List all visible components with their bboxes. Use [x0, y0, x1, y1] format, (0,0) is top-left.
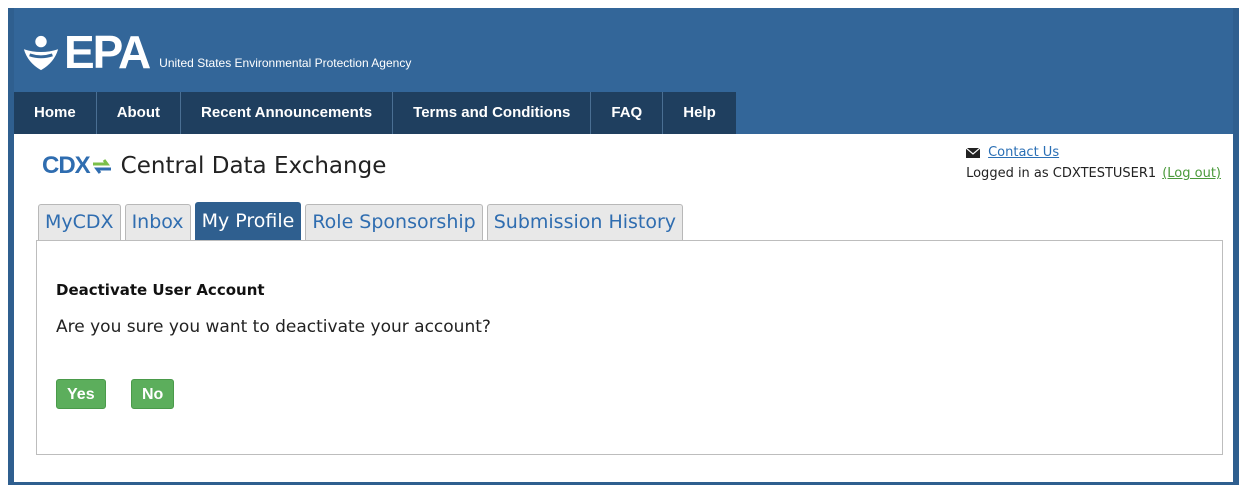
cdx-header: CDX Central Data Exchange [42, 152, 386, 180]
panel-heading: Deactivate User Account [56, 281, 265, 299]
epa-flower-icon [23, 35, 59, 71]
envelope-icon [966, 147, 981, 158]
yes-button[interactable]: Yes [56, 379, 106, 409]
contact-line: Contact Us [966, 145, 1221, 160]
epa-logo-text: EPA [64, 26, 151, 78]
nav-help[interactable]: Help [663, 92, 736, 134]
main-nav: Home About Recent Announcements Terms an… [14, 92, 736, 134]
contact-us-link[interactable]: Contact Us [988, 145, 1059, 160]
nav-about[interactable]: About [97, 92, 182, 134]
tab-role-sponsorship[interactable]: Role Sponsorship [305, 204, 483, 240]
exchange-arrows-icon [92, 159, 111, 174]
user-box: Contact Us Logged in as CDXTESTUSER1 (Log… [966, 145, 1221, 181]
cdx-logo-text: CDX [42, 152, 91, 179]
profile-tabs: MyCDX Inbox My Profile Role Sponsorship … [38, 202, 687, 240]
nav-home[interactable]: Home [14, 92, 97, 134]
cdx-logo: CDX [42, 152, 113, 180]
tab-inbox[interactable]: Inbox [124, 204, 191, 240]
nav-recent-announcements[interactable]: Recent Announcements [181, 92, 394, 134]
app-title: Central Data Exchange [120, 153, 387, 179]
agency-name: United States Environmental Protection A… [159, 56, 412, 70]
tab-my-profile[interactable]: My Profile [194, 202, 302, 240]
epa-logo[interactable]: EPA United States Environmental Protecti… [22, 26, 412, 78]
deactivate-panel: Deactivate User Account Are you sure you… [36, 240, 1223, 455]
epa-banner: EPA United States Environmental Protecti… [14, 8, 1233, 134]
tab-submission-history[interactable]: Submission History [486, 204, 684, 240]
nav-terms-and-conditions[interactable]: Terms and Conditions [393, 92, 592, 134]
login-status: Logged in as CDXTESTUSER1 (Log out) [966, 166, 1221, 181]
confirm-question: Are you sure you want to deactivate your… [56, 317, 491, 337]
no-button[interactable]: No [131, 379, 175, 409]
nav-faq[interactable]: FAQ [591, 92, 664, 134]
logged-in-text: Logged in as CDXTESTUSER1 [966, 166, 1157, 181]
logout-link[interactable]: (Log out) [1162, 166, 1221, 181]
tab-mycdx[interactable]: MyCDX [38, 204, 121, 240]
page-frame: EPA United States Environmental Protecti… [8, 8, 1239, 485]
